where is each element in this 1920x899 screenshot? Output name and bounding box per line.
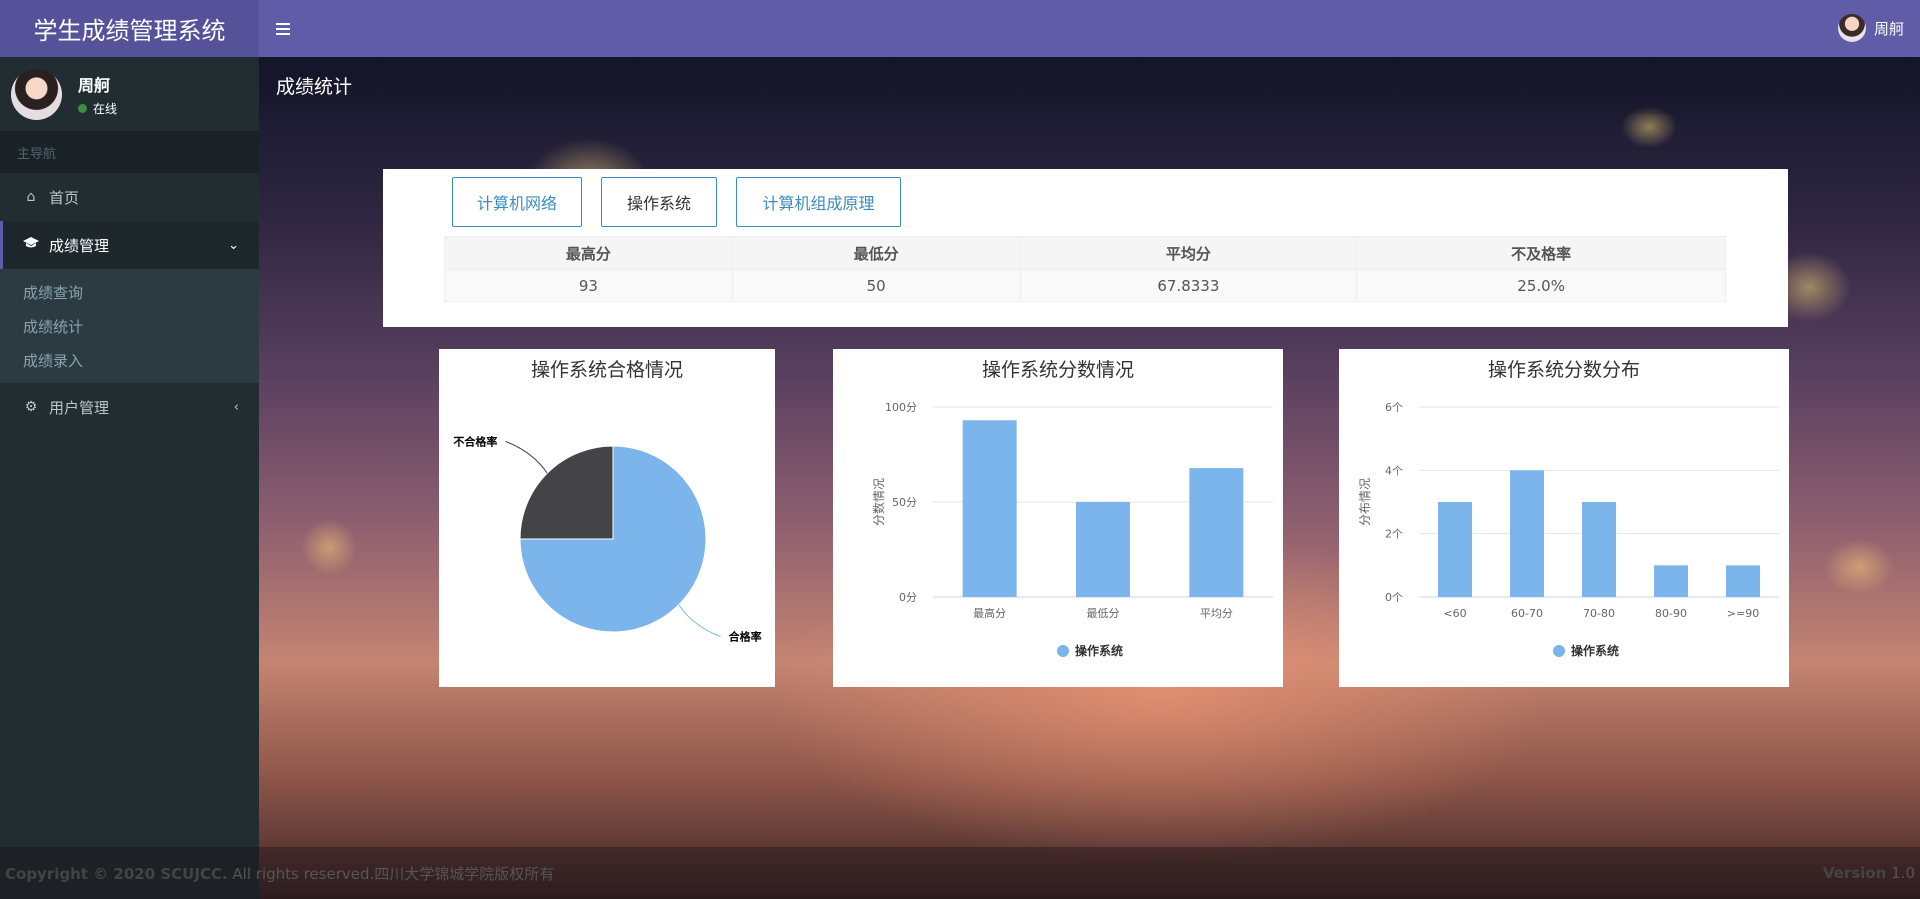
online-dot-icon <box>78 103 87 113</box>
x-tick-label: 平均分 <box>1200 607 1233 620</box>
bar <box>1438 502 1472 597</box>
version-number: 1.0 <box>1891 864 1915 882</box>
x-tick-label: 最低分 <box>1087 607 1120 620</box>
pie-label: 合格率 <box>729 630 762 644</box>
pie-chart-card: 操作系统合格情况 合格率 不合格率 <box>439 349 775 687</box>
column-header-max: 最高分 <box>444 236 733 270</box>
bar <box>1726 565 1760 597</box>
score-bar-chart: 0分 50分 100分分数情况最高分 最低分 平均分操作系统 <box>871 401 1273 658</box>
sidebar-item-grade-entry[interactable]: 成绩录入 <box>0 343 259 377</box>
chevron-left-icon: ‹ <box>233 399 239 415</box>
bar <box>1510 470 1544 597</box>
page-title: 成绩统计 <box>259 57 1920 114</box>
version-label: Version <box>1822 864 1887 882</box>
sidebar-item-grade-query[interactable]: 成绩查询 <box>0 275 259 309</box>
grade-submenu: 成绩查询 成绩统计 成绩录入 <box>0 269 259 383</box>
hamburger-menu-icon[interactable] <box>276 14 306 44</box>
legend-label: 操作系统 <box>1571 643 1619 658</box>
x-tick-label: >=90 <box>1727 607 1759 620</box>
bar <box>1076 502 1130 597</box>
distribution-bar-chart: 0个 2个 4个 6个分布情况 <60 60-70 70-80 80-90 >=90 操作系统 <box>1358 401 1779 658</box>
x-tick-label: 70-80 <box>1583 607 1615 620</box>
user-menu[interactable]: 周舸 <box>1837 14 1904 42</box>
bar <box>1189 468 1244 597</box>
menu-section-header: 主导航 <box>0 131 259 173</box>
gear-icon: ⚙ <box>24 399 38 415</box>
stats-table: 最高分 最低分 平均分 不及格率 93 50 67.8333 25.0% <box>444 236 1726 302</box>
sidebar-item-grade-stats[interactable]: 成绩统计 <box>0 309 259 343</box>
copyright: Copyright © 2020 SCUJCC. All rights rese… <box>5 863 554 884</box>
y-axis-label: 分布情况 <box>1358 478 1372 526</box>
graduation-cap-icon <box>23 237 39 253</box>
y-tick-label: 4个 <box>1385 464 1403 477</box>
sidebar-item-home[interactable]: ⌂ 首页 <box>0 173 259 221</box>
main-content: 成绩统计 计算机网络 操作系统 计算机组成原理 最高分 最低分 平均分 不及格率… <box>259 57 1920 899</box>
pie-leader-line <box>505 440 548 474</box>
top-navbar: 周舸 <box>259 0 1920 57</box>
footer: Copyright © 2020 SCUJCC. All rights rese… <box>0 847 1920 899</box>
course-tab-computer-organization[interactable]: 计算机组成原理 <box>736 177 901 227</box>
legend-marker <box>1553 645 1565 657</box>
copyright-bold: Copyright © 2020 SCUJCC. <box>5 864 228 883</box>
y-tick-label: 50分 <box>892 496 917 509</box>
app-logo[interactable]: 学生成绩管理系统 <box>0 0 259 57</box>
cell-max: 93 <box>444 269 733 302</box>
y-axis-label: 分数情况 <box>871 478 886 526</box>
bar <box>1654 565 1688 597</box>
pie-label: 不合格率 <box>453 434 497 448</box>
cell-avg: 67.8333 <box>1019 269 1358 302</box>
column-header-fail-rate: 不及格率 <box>1356 236 1726 270</box>
x-tick-label: 最高分 <box>973 606 1006 620</box>
x-tick-label: 60-70 <box>1511 607 1543 620</box>
y-tick-label: 6个 <box>1385 401 1403 414</box>
course-tab-operating-system[interactable]: 操作系统 <box>601 177 717 227</box>
stats-card: 计算机网络 操作系统 计算机组成原理 最高分 最低分 平均分 不及格率 93 5… <box>383 169 1788 327</box>
app-title: 学生成绩管理系统 <box>33 17 226 45</box>
avatar <box>11 68 62 120</box>
x-tick-label: 80-90 <box>1655 607 1687 620</box>
user-panel: 周舸 在线 <box>0 57 259 131</box>
pie-slice <box>519 445 614 540</box>
course-tab-computer-network[interactable]: 计算机网络 <box>452 177 582 227</box>
user-status-label: 在线 <box>93 101 118 116</box>
table-header-row: 最高分 最低分 平均分 不及格率 <box>444 236 1726 270</box>
legend-marker <box>1057 645 1069 657</box>
pie-leader-line <box>678 604 721 638</box>
y-tick-label: 100分 <box>885 401 917 414</box>
score-bar-chart-card: 操作系统 分数情况 0分 50分 100分分数情况最高分 最低分 平均分操作系统 <box>833 349 1283 687</box>
pie-chart: 合格率 不合格率 <box>453 434 762 644</box>
sidebar-item-grade-management[interactable]: 成绩管理 ⌄ <box>0 221 259 269</box>
y-tick-label: 0分 <box>899 591 917 604</box>
bar <box>962 420 1017 597</box>
table-row: 93 50 67.8333 25.0% <box>444 269 1726 302</box>
sidebar-item-label: 用户管理 <box>49 398 110 417</box>
cell-min: 50 <box>731 269 1021 302</box>
distribution-bar-chart-card: 操作系统分数分布 0个 2个 4个 6个 分布情况 <60 60-70 70-80 80-90 >… <box>1339 349 1789 687</box>
chevron-down-icon: ⌄ <box>228 237 239 253</box>
cell-fail-rate: 25.0% <box>1356 269 1726 302</box>
copyright-rest: All rights reserved.四川大学锦城学院版权所有 <box>227 864 555 883</box>
version-info: Version 1.0 <box>1823 864 1915 882</box>
y-tick-label: 0个 <box>1385 591 1403 604</box>
bar <box>1582 502 1616 597</box>
column-header-min: 最低分 <box>731 236 1021 270</box>
x-tick-label: <60 <box>1443 607 1466 620</box>
header-user-name: 周舸 <box>1873 19 1904 38</box>
sidebar: 周舸 在线 主导航 ⌂ 首页 成绩管理 ⌄ 成绩查询 成绩统计 成绩录入 ⚙ 用… <box>0 57 259 899</box>
column-header-avg: 平均分 <box>1019 236 1358 270</box>
user-status: 在线 <box>78 100 117 117</box>
y-tick-label: 2个 <box>1385 528 1403 541</box>
sidebar-user-name: 周舸 <box>78 75 111 95</box>
sidebar-item-label: 成绩管理 <box>49 236 110 255</box>
avatar <box>1837 14 1866 42</box>
legend-label: 操作系统 <box>1075 643 1123 658</box>
sidebar-item-user-management[interactable]: ⚙ 用户管理 ‹ <box>0 383 259 431</box>
sidebar-item-label: 首页 <box>49 188 80 207</box>
home-icon: ⌂ <box>26 189 36 205</box>
